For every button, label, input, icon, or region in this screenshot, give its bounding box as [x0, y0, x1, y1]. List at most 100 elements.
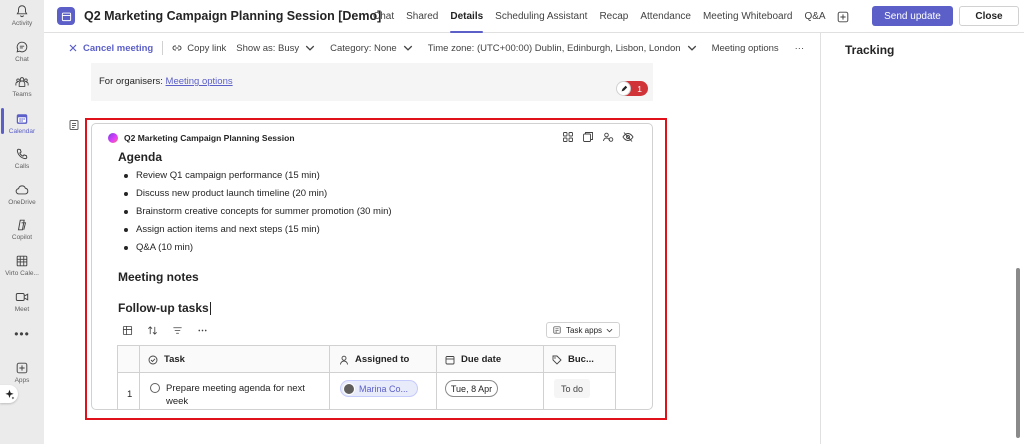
due-date-pill[interactable]: Tue, 8 Apr: [445, 380, 498, 397]
edit-badge[interactable]: [616, 81, 631, 96]
close-button[interactable]: Close: [959, 6, 1019, 26]
show-as-dropdown[interactable]: Show as: Busy: [236, 43, 320, 54]
rail-item-activity[interactable]: Activity: [0, 2, 44, 38]
category-label: Category: None: [330, 42, 397, 54]
text-cursor: [209, 302, 211, 316]
tab-shared[interactable]: Shared: [400, 0, 444, 33]
chevron-down-icon: [305, 45, 315, 51]
tab-recap[interactable]: Recap: [593, 0, 634, 33]
header-task-label: Task: [164, 354, 185, 365]
rail-item-onedrive[interactable]: OneDrive: [0, 181, 44, 217]
tab-details[interactable]: Details: [444, 0, 489, 33]
copy-component-icon[interactable]: [582, 131, 594, 143]
avatar: [343, 382, 355, 395]
more-horizontal-icon[interactable]: [197, 325, 208, 336]
table-view-icon[interactable]: [122, 325, 133, 336]
copilot-fab-button[interactable]: [0, 385, 18, 403]
organiser-info: For organisers: Meeting options 1: [91, 63, 653, 101]
sort-icon[interactable]: [147, 325, 158, 336]
rail-label: Activity: [11, 20, 33, 27]
teams-icon: [15, 77, 29, 87]
more-apps-button[interactable]: •••: [0, 327, 44, 341]
rail-item-teams[interactable]: Teams: [0, 73, 44, 109]
chevron-down-icon: [606, 328, 613, 332]
hide-icon[interactable]: [622, 131, 634, 143]
video-icon: [15, 293, 29, 301]
rail-item-meet[interactable]: Meet: [0, 288, 44, 324]
send-update-button[interactable]: Send update: [872, 6, 953, 26]
tab-scheduling-assistant[interactable]: Scheduling Assistant: [489, 0, 593, 33]
rail-item-calls[interactable]: Calls: [0, 145, 44, 181]
tag-icon: [552, 355, 562, 365]
close-icon: [69, 44, 77, 52]
share-people-icon[interactable]: [602, 131, 614, 143]
rail-item-virto-calendar[interactable]: Virto Cale...: [0, 252, 44, 288]
more-options-button[interactable]: ···: [795, 43, 805, 54]
phone-icon: [16, 148, 28, 160]
task-apps-label: Task apps: [566, 325, 603, 335]
organiser-prefix: For organisers:: [99, 76, 163, 87]
calendar-icon: [16, 114, 28, 124]
copy-link-button[interactable]: Copy link: [172, 43, 226, 54]
tab-qa[interactable]: Q&A: [798, 0, 831, 33]
loop-component: Q2 Marketing Campaign Planning Session A…: [91, 123, 653, 410]
header-task[interactable]: Task: [148, 354, 185, 365]
rail-label: Copilot: [11, 234, 33, 241]
pen-icon: [621, 85, 627, 91]
person-icon: [340, 355, 348, 365]
tab-chat[interactable]: Chat: [367, 0, 400, 33]
link-icon: [172, 45, 182, 51]
filter-icon[interactable]: [172, 325, 183, 336]
bell-icon: [16, 5, 28, 18]
tab-meeting-whiteboard[interactable]: Meeting Whiteboard: [697, 0, 799, 33]
copilot-icon: [17, 219, 27, 231]
rail-item-copilot[interactable]: Copilot: [0, 216, 44, 252]
category-dropdown[interactable]: Category: None: [330, 43, 418, 54]
sparkle-icon: [4, 389, 14, 399]
assignee-pill[interactable]: Marina Co...: [340, 380, 418, 397]
header-assigned-to[interactable]: Assigned to: [339, 354, 409, 365]
tab-attendance[interactable]: Attendance: [634, 0, 697, 33]
loop-actions: [562, 131, 642, 143]
loop-title: Q2 Marketing Campaign Planning Session: [124, 133, 295, 143]
rail-label: Calendar: [8, 128, 36, 135]
cancel-meeting-button[interactable]: Cancel meeting: [68, 43, 153, 54]
row-number-column: [118, 346, 140, 409]
header-bucket[interactable]: Buc...: [552, 354, 594, 365]
plus-square-icon: [16, 362, 28, 374]
add-tab-icon[interactable]: [836, 10, 850, 24]
cancel-meeting-label: Cancel meeting: [83, 42, 154, 54]
organiser-text: For organisers: Meeting options: [99, 76, 233, 87]
loop-logo-icon: [108, 133, 118, 143]
rail-item-chat[interactable]: Chat: [0, 38, 44, 74]
chevron-down-icon: [403, 45, 412, 51]
header-due-date[interactable]: Due date: [445, 354, 501, 365]
assignee-name: Marina Co...: [359, 383, 409, 394]
meeting-title: Q2 Marketing Campaign Planning Session […: [84, 9, 382, 23]
meeting-app-icon: [57, 7, 75, 25]
time-zone-dropdown[interactable]: Time zone: (UTC+00:00) Dublin, Edinburgh…: [428, 43, 702, 54]
rail-item-calendar[interactable]: Calendar: [0, 110, 44, 146]
calendar-icon: [61, 12, 71, 21]
task-table: Task Assigned to Due date Buc... 1 Prepa…: [117, 345, 616, 409]
task-title[interactable]: Prepare meeting agenda for next week: [166, 382, 316, 408]
rail-label: Apps: [14, 377, 30, 384]
rail-label: Meet: [14, 306, 30, 313]
task-apps-dropdown[interactable]: Task apps: [546, 322, 621, 338]
calendar-icon: [445, 355, 455, 364]
task-complete-checkbox[interactable]: [150, 383, 160, 393]
header-assigned-label: Assigned to: [355, 354, 410, 365]
agenda-heading: Agenda: [118, 150, 163, 164]
bucket-value[interactable]: To do: [554, 379, 590, 398]
agenda-list: Review Q1 campaign performance (15 min) …: [124, 169, 392, 259]
rail-label: Teams: [12, 91, 32, 98]
chat-icon: [16, 41, 28, 53]
meeting-options-button[interactable]: Meeting options: [712, 43, 779, 54]
agenda-item: Assign action items and next steps (15 m…: [124, 223, 392, 241]
agenda-item: Review Q1 campaign performance (15 min): [124, 169, 392, 187]
check-circle-icon: [148, 355, 158, 364]
meeting-options-link[interactable]: Meeting options: [166, 76, 233, 87]
follow-up-tasks-heading[interactable]: Follow-up tasks: [118, 301, 211, 316]
apps-grid-icon[interactable]: [562, 131, 574, 143]
scrollbar[interactable]: [1016, 268, 1020, 438]
